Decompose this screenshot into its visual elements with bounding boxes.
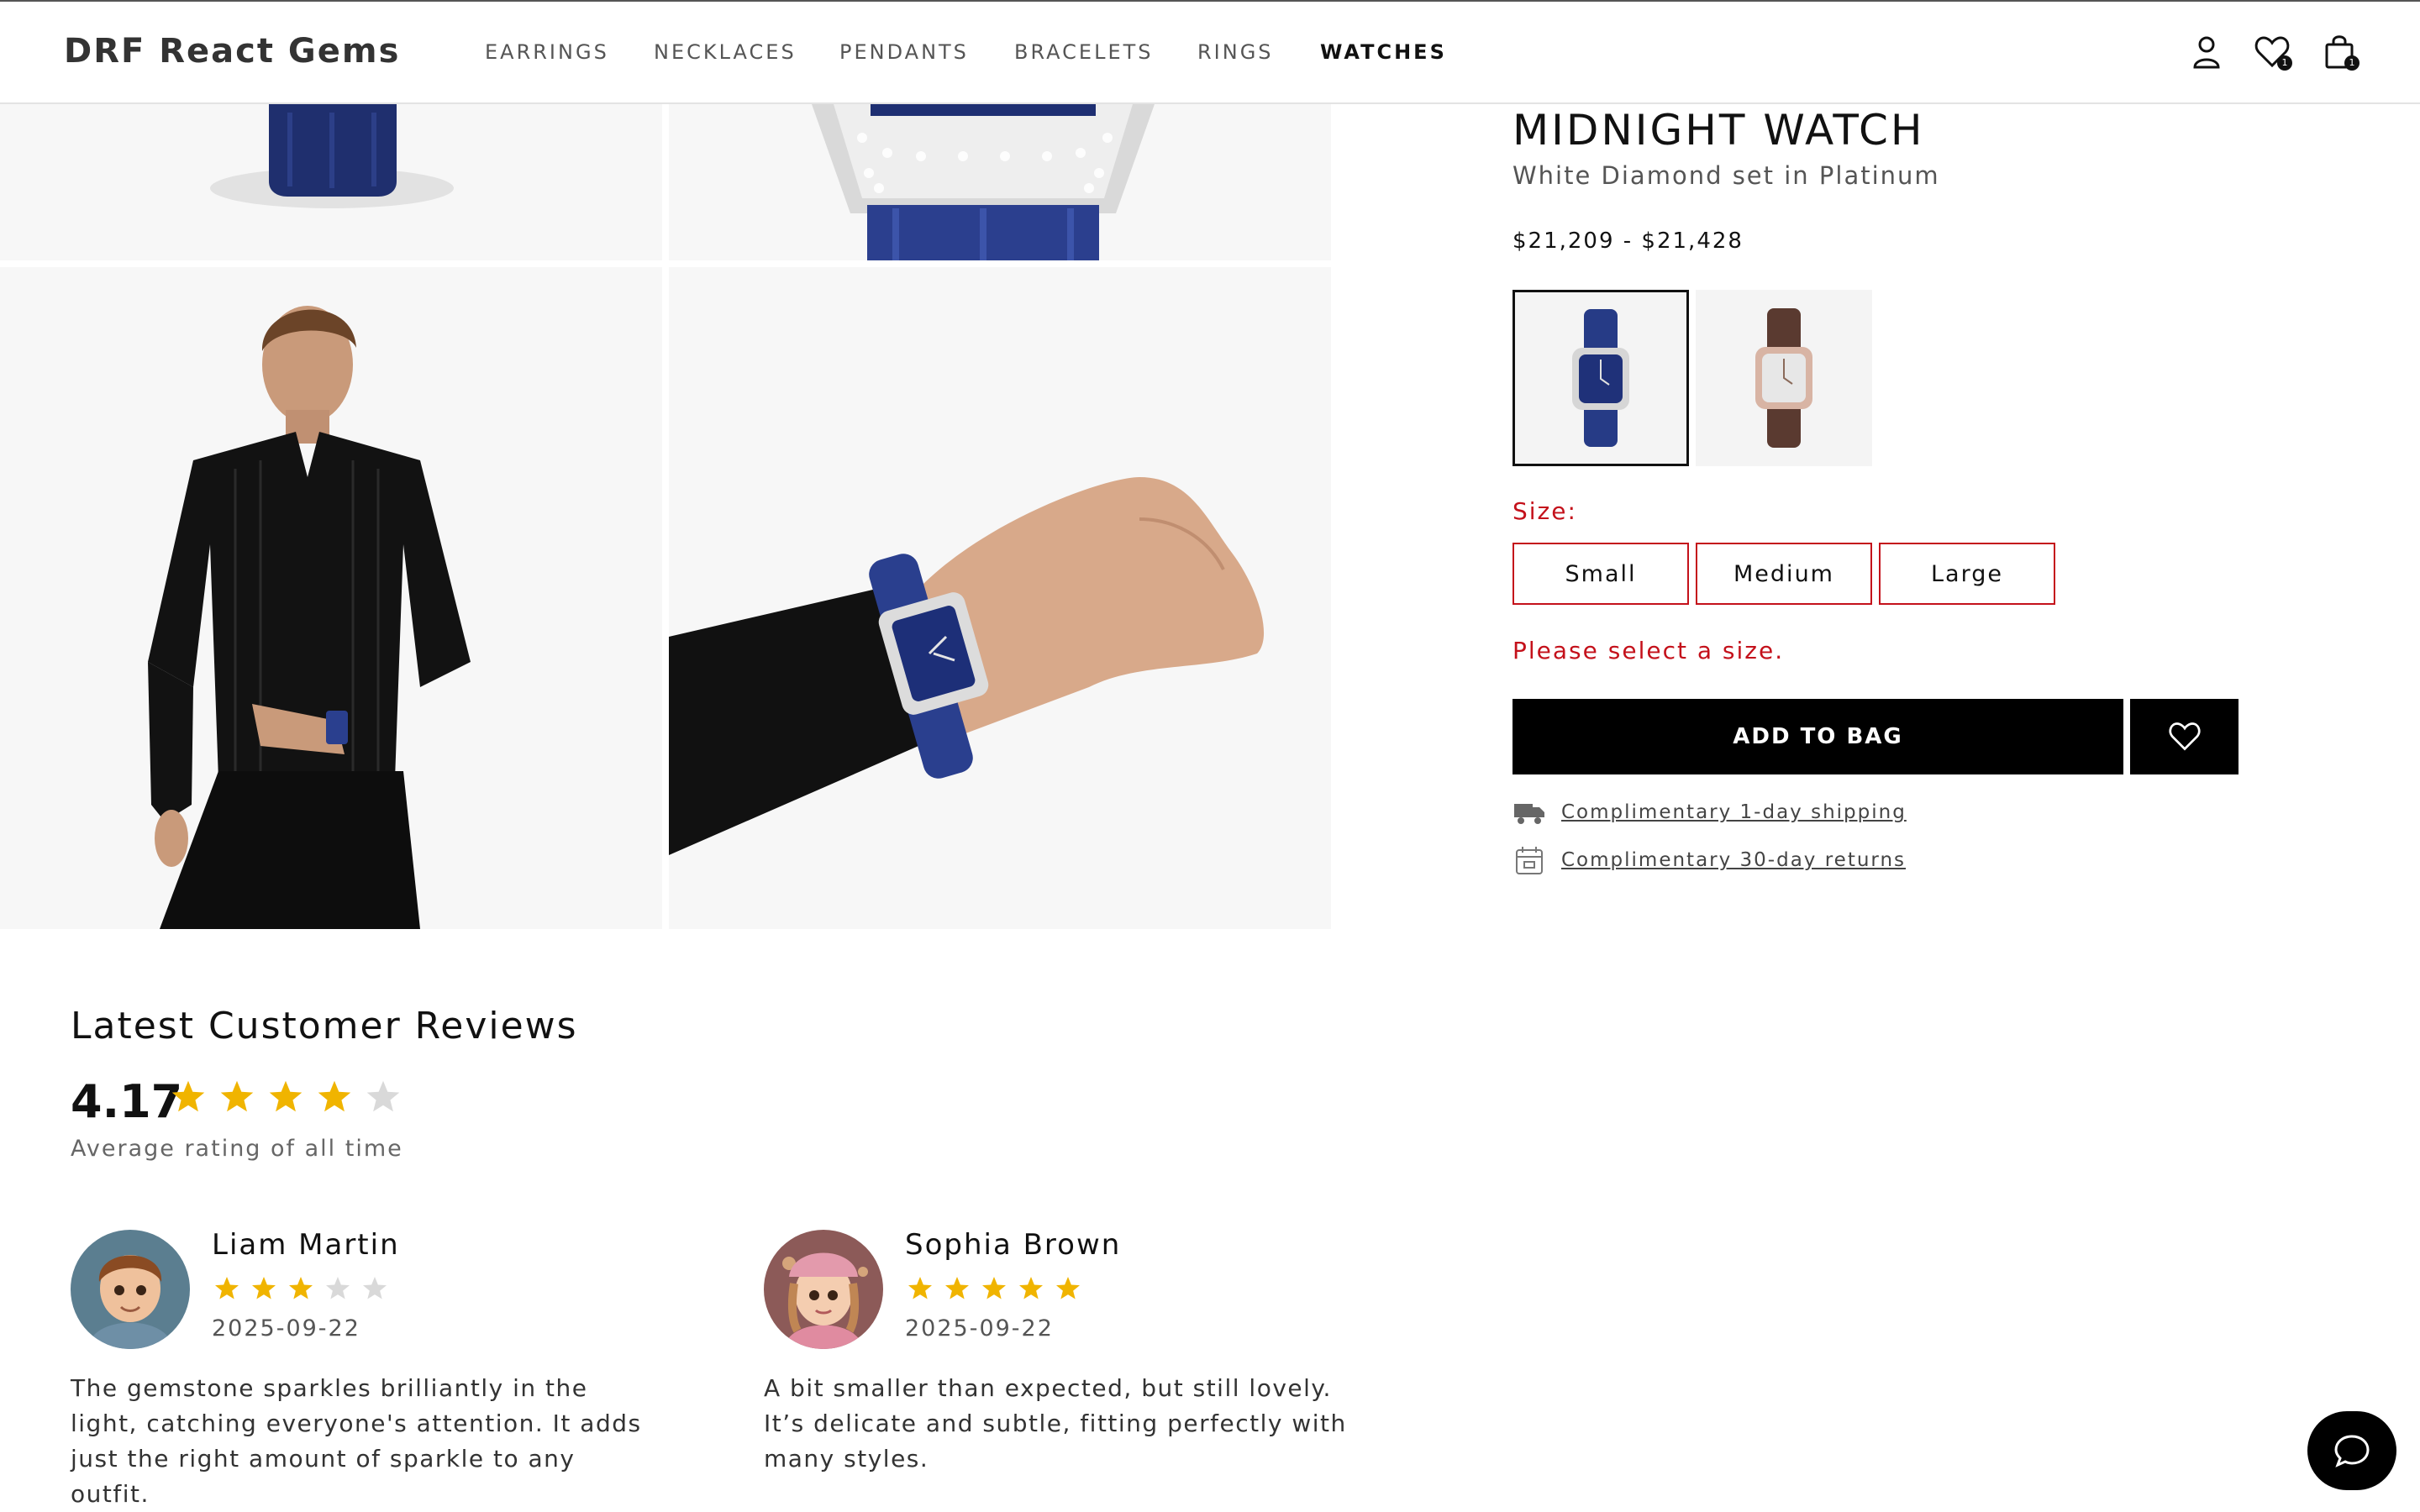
star-filled-icon <box>289 1277 313 1299</box>
chat-bubble-icon <box>2334 1435 2370 1467</box>
shipping-link[interactable]: Complimentary 1-day shipping <box>1561 801 1907 823</box>
review-text: A bit smaller than expected, but still l… <box>764 1374 1347 1473</box>
bag-count-badge: 1 <box>2344 55 2360 71</box>
star-filled-icon <box>252 1277 276 1299</box>
perk-returns: Complimentary 30-day returns <box>1512 843 1906 877</box>
star-empty-icon <box>366 1080 400 1112</box>
perk-shipping: Complimentary 1-day shipping <box>1512 795 1907 829</box>
nav-watches[interactable]: WATCHES <box>1320 40 1447 64</box>
truck-icon <box>1512 795 1546 829</box>
average-rating-caption: Average rating of all time <box>71 1136 403 1162</box>
add-to-bag-button[interactable]: ADD TO BAG <box>1512 699 2123 774</box>
add-to-wishlist-button[interactable] <box>2130 699 2238 774</box>
heart-icon <box>2169 722 2200 751</box>
avatar <box>764 1230 883 1349</box>
product-price: $21,209 - $21,428 <box>1512 228 1744 254</box>
star-filled-icon <box>171 1080 205 1112</box>
reviewer-name: Liam Martin <box>212 1228 400 1262</box>
shopping-bag-icon[interactable]: 1 <box>2321 34 2360 71</box>
swatch-rose-gold-watch[interactable] <box>1696 290 1872 466</box>
star-filled-icon <box>220 1080 254 1112</box>
gallery-image-watch-front[interactable] <box>669 104 1331 260</box>
nav-bracelets[interactable]: BRACELETS <box>1014 40 1154 64</box>
nav-earrings[interactable]: EARRINGS <box>485 40 609 64</box>
size-medium-button[interactable]: Medium <box>1696 543 1872 605</box>
star-filled-icon <box>318 1080 351 1112</box>
star-filled-icon <box>215 1277 239 1299</box>
gallery-image-watch-back[interactable] <box>0 104 662 260</box>
size-label: Size: <box>1512 497 1577 525</box>
review-date: 2025-09-22 <box>212 1315 360 1341</box>
review-rating-stars <box>213 1275 388 1302</box>
review-date: 2025-09-22 <box>905 1315 1054 1341</box>
nav-necklaces[interactable]: NECKLACES <box>654 40 797 64</box>
reviews-title: Latest Customer Reviews <box>71 1005 578 1047</box>
size-error-message: Please select a size. <box>1512 637 1785 664</box>
review-rating-stars <box>907 1275 1081 1302</box>
star-filled-icon <box>1056 1277 1080 1299</box>
calendar-icon <box>1512 843 1546 877</box>
product-subtitle: White Diamond set in Platinum <box>1512 161 1940 190</box>
blue-watch-thumbnail <box>1572 309 1629 447</box>
user-icon[interactable] <box>2188 34 2225 71</box>
average-rating-stars <box>170 1079 402 1116</box>
star-empty-icon <box>326 1277 350 1299</box>
size-small-button[interactable]: Small <box>1512 543 1689 605</box>
average-rating-value: 4.17 <box>71 1075 183 1128</box>
wishlist-icon[interactable]: 1 <box>2254 34 2292 71</box>
star-filled-icon <box>945 1277 969 1299</box>
nav-rings[interactable]: RINGS <box>1197 40 1274 64</box>
size-large-button[interactable]: Large <box>1879 543 2055 605</box>
gallery-image-model[interactable] <box>0 267 662 929</box>
product-title: MIDNIGHT WATCH <box>1512 106 1925 155</box>
review-text: The gemstone sparkles brilliantly in the… <box>71 1374 642 1508</box>
star-filled-icon <box>908 1277 932 1299</box>
chat-button[interactable] <box>2307 1411 2396 1490</box>
site-header: DRF React Gems EARRINGS NECKLACES PENDAN… <box>0 0 2420 104</box>
brand-logo[interactable]: DRF React Gems <box>64 32 400 71</box>
wishlist-count-badge: 1 <box>2277 55 2292 71</box>
star-filled-icon <box>269 1080 302 1112</box>
reviewer-name: Sophia Brown <box>905 1228 1122 1262</box>
nav-pendants[interactable]: PENDANTS <box>839 40 969 64</box>
gallery-image-wrist[interactable] <box>669 267 1331 929</box>
rose-gold-watch-thumbnail <box>1755 308 1812 448</box>
avatar <box>71 1230 190 1349</box>
returns-link[interactable]: Complimentary 30-day returns <box>1561 849 1906 871</box>
star-empty-icon <box>363 1277 387 1299</box>
star-filled-icon <box>1019 1277 1043 1299</box>
swatch-blue-watch[interactable] <box>1512 290 1689 466</box>
star-filled-icon <box>982 1277 1006 1299</box>
